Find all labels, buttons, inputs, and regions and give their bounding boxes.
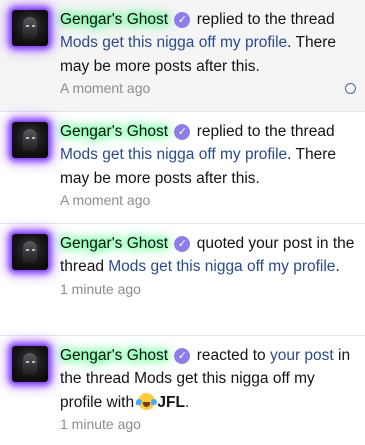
avatar[interactable] xyxy=(12,234,48,270)
alert-suffix-text: . xyxy=(335,258,340,276)
alert-timestamp[interactable]: A moment ago xyxy=(60,190,355,211)
alert-suffix-text: . xyxy=(184,393,190,411)
alert-timestamp[interactable]: 1 minute ago xyxy=(60,279,355,300)
alert-text: Gengar's Ghost ✓ replied to the thread M… xyxy=(60,120,355,190)
username-link[interactable]: Gengar's Ghost xyxy=(60,235,168,252)
alert-text: Gengar's Ghost ✓ quoted your post in the… xyxy=(60,232,355,279)
alert-timestamp[interactable]: 1 minute ago xyxy=(60,414,355,435)
alert-item[interactable]: Gengar's Ghost ✓ reacted to your post in… xyxy=(0,336,365,445)
joy-tears-emoji-icon xyxy=(136,392,158,410)
alert-item[interactable]: Gengar's Ghost ✓ quoted your post in the… xyxy=(0,224,365,336)
alert-item[interactable]: Gengar's Ghost ✓ replied to the thread M… xyxy=(0,112,365,224)
alert-body: Gengar's Ghost ✓ reacted to your post in… xyxy=(60,344,355,435)
alert-action-text: replied to the thread xyxy=(196,123,335,140)
username-link[interactable]: Gengar's Ghost xyxy=(60,347,168,364)
alert-timestamp[interactable]: A moment ago xyxy=(60,78,355,99)
verified-badge-icon: ✓ xyxy=(174,236,191,252)
username-link[interactable]: Gengar's Ghost xyxy=(60,123,168,140)
alert-action-text: replied to the thread xyxy=(196,11,335,28)
alert-item[interactable]: Gengar's Ghost ✓ replied to the thread M… xyxy=(0,0,365,112)
alert-action-text: reacted to xyxy=(196,347,266,364)
alert-text: Gengar's Ghost ✓ replied to the thread M… xyxy=(60,8,355,78)
thread-link[interactable]: Mods get this nigga off my profile xyxy=(60,146,287,163)
circle-outline-icon[interactable] xyxy=(345,83,356,94)
verified-badge-icon: ✓ xyxy=(174,124,191,140)
thread-link[interactable]: Mods get this nigga off my profile xyxy=(108,258,335,275)
alert-body: Gengar's Ghost ✓ replied to the thread M… xyxy=(60,120,355,211)
alert-body: Gengar's Ghost ✓ replied to the thread M… xyxy=(60,8,355,99)
post-link[interactable]: your post xyxy=(270,347,334,364)
avatar[interactable] xyxy=(12,10,48,46)
alert-text: Gengar's Ghost ✓ reacted to your post in… xyxy=(60,344,355,414)
avatar[interactable] xyxy=(12,346,48,382)
reaction-name: JFL xyxy=(157,393,185,411)
alert-body: Gengar's Ghost ✓ quoted your post in the… xyxy=(60,232,355,300)
alerts-list: Gengar's Ghost ✓ replied to the thread M… xyxy=(0,0,365,445)
verified-badge-icon: ✓ xyxy=(174,12,191,28)
avatar[interactable] xyxy=(12,122,48,158)
username-link[interactable]: Gengar's Ghost xyxy=(60,11,168,28)
verified-badge-icon: ✓ xyxy=(174,348,191,364)
thread-link[interactable]: Mods get this nigga off my profile xyxy=(60,34,287,51)
